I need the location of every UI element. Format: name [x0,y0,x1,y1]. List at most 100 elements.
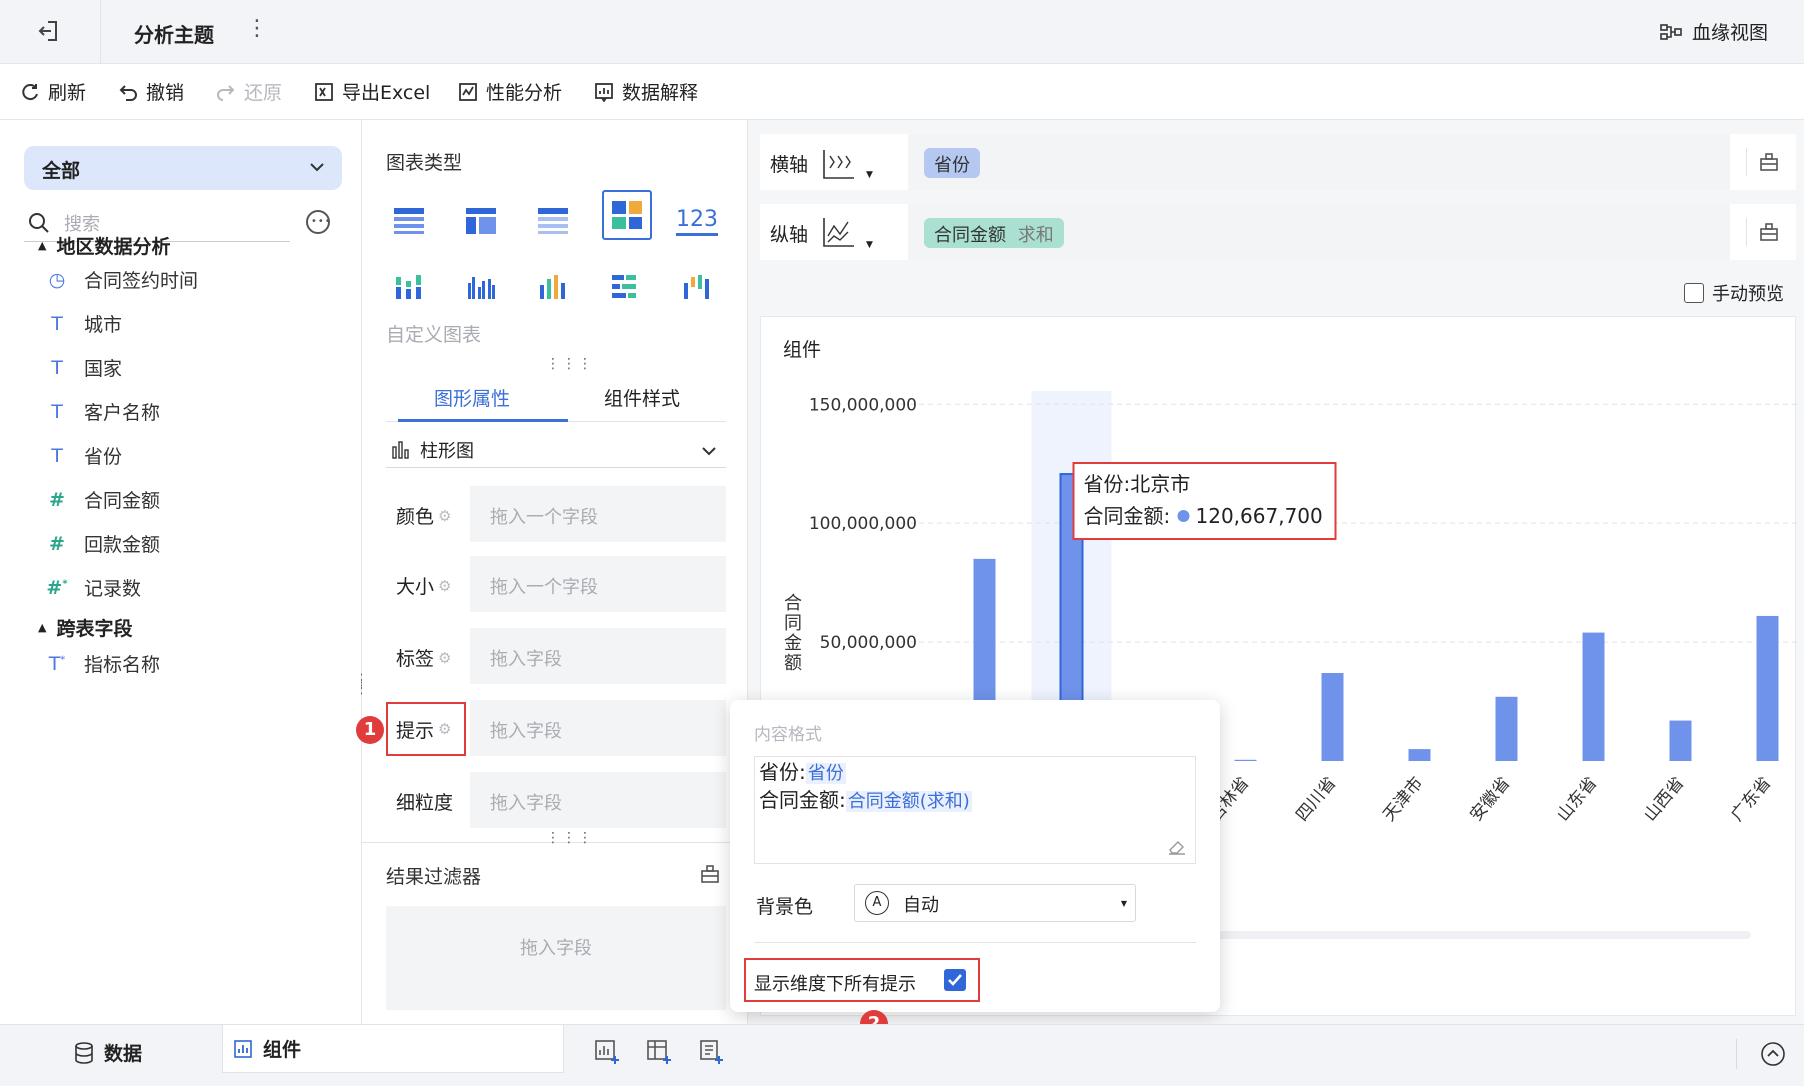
redo-button[interactable]: 还原 [216,78,282,105]
multi-color-bar-icon[interactable] [530,264,576,310]
more-menu-icon[interactable]: ⋮ [246,16,268,41]
caret-down-icon: ▲ [38,621,47,634]
add-chart-icon[interactable] [594,1039,620,1065]
gear-icon[interactable]: ⚙ [438,507,451,525]
gear-icon[interactable]: ⚙ [438,577,451,595]
filter-drop-zone[interactable]: 拖入字段 [386,906,726,1010]
result-filter-title: 结果过滤器 [386,866,482,888]
explain-label: 数据解释 [622,82,699,104]
filter-settings-icon[interactable] [700,864,720,884]
performance-analysis-button[interactable]: 性能分析 [458,78,562,105]
search-icon [29,213,49,233]
gear-icon[interactable]: ⚙ [438,649,451,667]
manual-preview-checkbox[interactable] [1684,283,1704,303]
bar-chart-icon [392,440,409,459]
stacked-bar-icon[interactable] [386,264,432,310]
x-axis-field-pill[interactable]: 省份 [924,148,980,178]
color-drop-zone[interactable]: 拖入一个字段 [470,486,726,542]
custom-chart-icon[interactable] [602,190,652,240]
resize-handle-icon[interactable]: ⋮⋮⋮ [546,830,594,846]
chart-type-title: 图表类型 [386,152,463,174]
content-field-tag[interactable]: 省份 [805,763,846,784]
field-item[interactable]: #* 记录数 [46,574,141,601]
divider [100,0,101,64]
gear-icon[interactable]: ⚙ [438,720,451,738]
field-item[interactable]: T 省份 [46,442,122,469]
data-tab[interactable]: 数据 [74,1039,142,1066]
export-excel-button[interactable]: 导出Excel [314,78,430,105]
axis-settings-icon[interactable] [1746,148,1786,176]
caret-down-icon[interactable]: ▼ [866,240,873,250]
add-text-icon[interactable] [698,1039,724,1065]
bar [1321,673,1344,761]
field-item[interactable]: T 城市 [46,310,122,337]
performance-icon [459,82,477,101]
tooltip-label[interactable]: 提示 ⚙ [386,702,466,756]
tab-component-style[interactable]: 组件样式 [604,384,680,411]
table-dropdown[interactable]: 全部 [24,146,342,190]
y-axis-sort-icon[interactable] [820,214,860,254]
group-region-analysis[interactable]: ▲ 地区数据分析 [38,232,170,259]
field-item[interactable]: T 国家 [46,354,122,381]
granularity-drop-zone[interactable]: 拖入字段 [470,772,726,828]
content-field-tag[interactable]: 合同金额(求和) [845,791,972,812]
field-label: 客户名称 [84,402,161,424]
prop-label-text: 提示 [396,719,435,742]
background-color-select[interactable]: A 自动 ▼ [854,884,1136,922]
manual-preview-toggle[interactable]: 手动预览 [1684,280,1784,306]
back-icon[interactable] [36,18,66,46]
field-item[interactable]: # 合同金额 [46,486,160,513]
axis-settings-icon[interactable] [1746,218,1786,246]
x-axis-drop-zone[interactable] [908,134,1730,190]
kpi-card-icon[interactable]: 123 [674,198,720,244]
lineage-label: 血缘视图 [1692,22,1769,44]
grouped-bar-icon[interactable] [458,264,504,310]
size-property-row: 大小 ⚙ 拖入一个字段 [386,556,726,612]
field-item[interactable]: ◷ 合同签约时间 [46,266,198,293]
data-tab-label: 数据 [104,1043,143,1065]
prop-label-text: 细粒度 [396,792,454,814]
undo-button[interactable]: 撤销 [118,78,184,105]
x-tick-label: 安徽省 [1466,773,1514,825]
chart-subtype-select[interactable]: 柱形图 [386,432,726,468]
refresh-button[interactable]: 刷新 [20,78,86,105]
caret-down-icon[interactable]: ▼ [866,170,873,180]
group-table-icon[interactable] [458,198,504,244]
more-options-icon[interactable]: ••• [306,210,331,234]
data-explain-button[interactable]: 数据解释 [594,78,698,105]
caret-down-icon: ▲ [38,239,47,252]
bottom-bar: 数据 组件 [0,1024,1804,1086]
field-item[interactable]: T* 指标名称 [46,650,160,677]
detail-table-icon[interactable] [530,198,576,244]
group-cross-table[interactable]: ▲ 跨表字段 [38,614,132,641]
field-item[interactable]: # 回款金额 [46,530,160,557]
group-label: 跨表字段 [56,618,133,640]
field-label: 指标名称 [84,654,161,676]
add-table-icon[interactable] [646,1039,672,1065]
y-axis-field-pill[interactable]: 合同金额 求和 [924,218,1064,248]
divider [1736,1039,1737,1069]
size-label: 大小 ⚙ [396,572,451,599]
y-axis-title: 合 [784,593,802,614]
tooltip-drop-zone[interactable]: 拖入字段 [470,700,726,756]
size-drop-zone[interactable]: 拖入一个字段 [470,556,726,612]
show-all-checkbox[interactable] [944,969,966,991]
cross-table-icon[interactable] [386,198,432,244]
label-drop-zone[interactable]: 拖入字段 [470,628,726,684]
y-axis-field-name: 合同金额 [934,225,1006,246]
lineage-view-button[interactable]: 血缘视图 [1660,18,1768,45]
waterfall-bar-icon[interactable] [674,264,720,310]
field-item[interactable]: T 客户名称 [46,398,160,425]
active-tab-indicator [398,419,568,422]
tooltip-line1: 省份:北京市 [1084,472,1191,496]
x-axis-sort-icon[interactable] [820,146,860,186]
tooltip-format-popover: 内容格式 省份: 省份 合同金额: 合同金额(求和) 背景色 A 自动 ▼ 显示维度… [730,700,1220,1012]
show-all-tooltips-option[interactable]: 显示维度下所有提示 [744,958,980,1002]
eraser-icon[interactable] [1167,837,1187,855]
collapse-up-icon[interactable] [1760,1041,1786,1067]
tooltip-content-editor[interactable]: 省份: 省份 合同金额: 合同金额(求和) [754,756,1196,864]
tab-graphic-properties[interactable]: 图形属性 [434,384,510,411]
y-axis-label: 纵轴 [770,224,809,246]
component-tab[interactable]: 组件 [222,1025,564,1073]
horizontal-bar-icon[interactable] [602,264,648,310]
